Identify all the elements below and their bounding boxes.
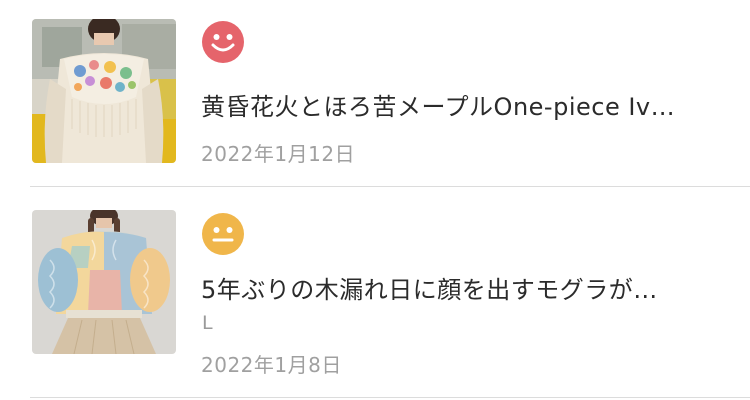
neutral-face-icon: [202, 213, 244, 255]
list-item[interactable]: 黄昏花火とほろ苦メープルOne-piece Iv… 2022年1月12日: [0, 0, 750, 187]
item-thumbnail[interactable]: [32, 210, 176, 354]
item-date: 2022年1月8日: [201, 353, 342, 377]
item-date: 2022年1月12日: [201, 142, 356, 166]
review-list: 黄昏花火とほろ苦メープルOne-piece Iv… 2022年1月12日 5年ぶ…: [0, 0, 750, 400]
item-title: 黄昏花火とほろ苦メープルOne-piece Iv…: [201, 93, 676, 121]
item-size: L: [202, 312, 213, 334]
smile-face-icon: [202, 21, 244, 63]
divider: [30, 186, 750, 187]
item-thumbnail[interactable]: [32, 19, 176, 163]
item-title: 5年ぶりの木漏れ日に顔を出すモグラが…: [201, 276, 658, 304]
list-item[interactable]: 5年ぶりの木漏れ日に顔を出すモグラが… L 2022年1月8日: [0, 188, 750, 398]
divider: [30, 397, 750, 398]
